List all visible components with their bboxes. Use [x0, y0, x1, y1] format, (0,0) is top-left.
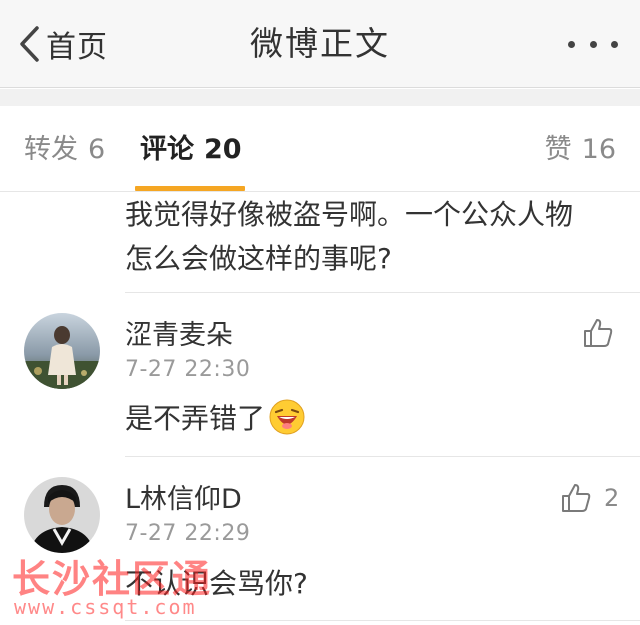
comment-timestamp: 7-27 22:29 [125, 521, 251, 546]
avatar[interactable] [24, 477, 100, 553]
comment-text-body: 是不弄错了 [125, 402, 266, 435]
like-count: 2 [604, 484, 620, 512]
tab-comment-count: 20 [204, 134, 242, 165]
more-dot-icon [589, 40, 597, 48]
chevron-left-icon [18, 25, 40, 63]
comment-text-line: 我觉得好像被盗号啊。一个公众人物 [125, 198, 574, 231]
comment-username[interactable]: L林信仰D [125, 482, 242, 518]
thumbs-up-icon [582, 317, 614, 349]
comment-text: 我觉得好像被盗号啊。一个公众人物 怎么会做这样的事呢? [125, 193, 615, 281]
comment-text: 是不弄错了 [125, 397, 305, 448]
like-button[interactable]: 2 [560, 482, 619, 514]
back-button[interactable]: 首页 [18, 22, 108, 66]
tab-like-label: 赞 [544, 134, 572, 165]
back-label: 首页 [46, 30, 108, 65]
watermark-url: www.cssqt.com [14, 595, 197, 619]
comment-divider [125, 292, 640, 293]
comment-divider [125, 456, 640, 457]
active-tab-indicator [135, 186, 245, 191]
tab-repost-label: 转发 [24, 134, 78, 165]
comment-text-line: 怎么会做这样的事呢? [125, 242, 392, 275]
tab-like-count: 16 [581, 134, 616, 165]
avatar[interactable] [24, 313, 100, 389]
like-button[interactable] [582, 317, 614, 349]
comment-username[interactable]: 涩青麦朵 [125, 318, 233, 354]
tab-repost[interactable]: 转发 6 [24, 130, 105, 170]
tab-bar: 转发 6 评论 20 赞 16 [0, 106, 640, 192]
thumbs-up-icon [560, 482, 592, 514]
nav-bar: 首页 微博正文 [0, 0, 640, 88]
more-dot-icon [568, 40, 575, 48]
section-gap [0, 89, 640, 106]
tab-repost-count: 6 [88, 134, 106, 165]
tab-like[interactable]: 赞 16 [545, 130, 616, 170]
more-dot-icon [611, 40, 618, 48]
more-options-button[interactable] [568, 30, 618, 58]
tab-comment[interactable]: 评论 20 [140, 130, 242, 170]
comment-divider [125, 620, 640, 621]
weibo-post-detail-screen: 首页 微博正文 转发 6 评论 20 赞 16 我觉得好像被盗号啊。一个公众人物 怎么… [0, 0, 640, 625]
laughing-emoji-icon [269, 399, 305, 448]
tab-comment-label: 评论 [140, 134, 194, 165]
comment-timestamp: 7-27 22:30 [125, 357, 251, 382]
